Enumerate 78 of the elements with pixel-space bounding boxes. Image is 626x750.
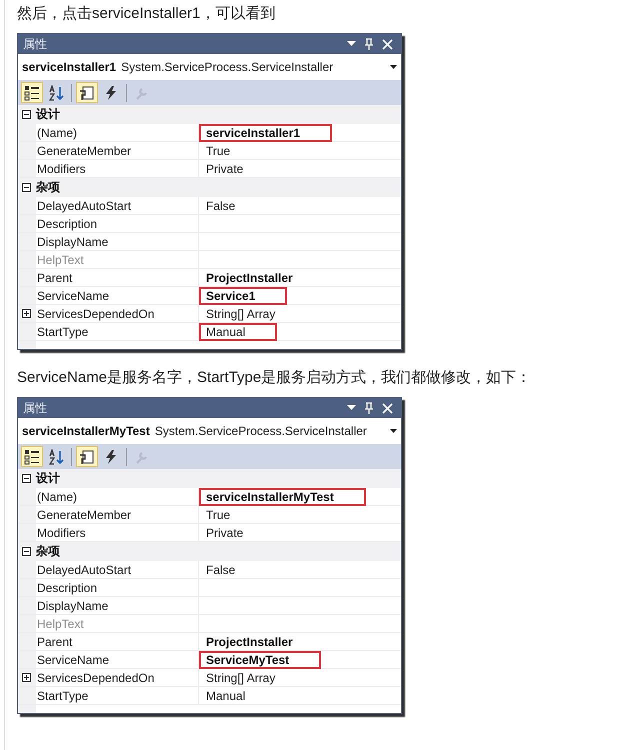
property-name: Parent — [37, 634, 72, 648]
property-name: ServicesDependedOn — [37, 306, 154, 320]
property-value: False — [205, 562, 236, 578]
panel-title: 属性 — [23, 400, 47, 416]
property-name: StartType — [37, 688, 88, 702]
property-value: True — [205, 506, 232, 524]
property-value: String[] Array — [205, 306, 276, 322]
object-name: serviceInstaller1 — [22, 60, 116, 74]
toolbar-button[interactable] — [76, 82, 98, 103]
property-value: Manual — [199, 322, 278, 340]
lightning-icon — [103, 448, 119, 464]
property-page-icon — [79, 84, 95, 100]
object-name: serviceInstallerMyTest — [22, 424, 150, 438]
property-value: ProjectInstaller — [205, 634, 294, 650]
collapse-icon[interactable] — [22, 110, 31, 118]
dropdown-icon[interactable] — [390, 65, 397, 69]
property-name: ServiceName — [37, 652, 110, 666]
collapse-icon[interactable] — [22, 182, 31, 192]
pin-icon[interactable] — [364, 38, 374, 50]
toolbar-button[interactable] — [21, 446, 43, 467]
property-name: Description — [37, 216, 98, 230]
expand-icon[interactable] — [22, 673, 31, 682]
category-label: 设计 — [36, 106, 60, 122]
toolbar-button[interactable] — [21, 82, 43, 103]
property-value: Manual — [205, 688, 246, 704]
property-name: ServiceName — [37, 288, 110, 302]
property-value: Private — [205, 160, 244, 178]
property-name: Modifiers — [37, 162, 86, 176]
property-name: ServicesDependedOn — [37, 670, 154, 684]
property-value: ServiceMyTest — [199, 650, 322, 668]
grid-list-icon — [24, 448, 40, 464]
panel-title: 属性 — [23, 36, 47, 52]
dropdown-icon[interactable] — [347, 41, 356, 47]
sort-icon — [48, 448, 64, 464]
pin-icon[interactable] — [364, 402, 374, 414]
expand-icon[interactable] — [22, 309, 31, 318]
category-label: 杂项 — [36, 178, 60, 196]
object-type: System.ServiceProcess.ServiceInstaller — [154, 424, 367, 438]
property-name: DelayedAutoStart — [37, 198, 132, 212]
property-name: Description — [37, 580, 98, 594]
property-value: True — [205, 142, 232, 160]
object-selector[interactable]: serviceInstaller1 System.ServiceProcess.ServiceInstaller — [22, 60, 397, 74]
object-type: System.ServiceProcess.ServiceInstaller — [121, 60, 334, 74]
dropdown-icon[interactable] — [390, 429, 397, 433]
property-name: (Name) — [37, 126, 78, 140]
property-name: DisplayName — [37, 234, 108, 248]
category-label: 设计 — [36, 470, 60, 486]
close-icon[interactable] — [382, 402, 393, 414]
property-name: GenerateMember — [37, 508, 132, 522]
toolbar-button[interactable] — [76, 446, 98, 467]
paragraph-text: ServiceName是服务名字，StartType是服务启动方式，我们都做修改，如下： — [17, 368, 532, 388]
sort-icon — [48, 84, 64, 100]
object-selector[interactable]: serviceInstallerMyTest System.ServiceProcess.ServiceInstaller — [22, 424, 397, 438]
property-value: False — [205, 198, 236, 214]
property-name: Parent — [37, 270, 72, 284]
property-value: serviceInstallerMyTest — [199, 488, 366, 506]
property-value: serviceInstaller1 — [199, 124, 332, 142]
property-name: GenerateMember — [37, 144, 132, 158]
property-name: HelpText — [37, 252, 84, 266]
property-page-icon — [79, 448, 95, 464]
property-name: StartType — [37, 324, 88, 338]
property-name: DelayedAutoStart — [37, 562, 132, 576]
property-value: Service1 — [199, 286, 288, 304]
property-name: (Name) — [37, 490, 78, 504]
property-name: DisplayName — [37, 598, 108, 612]
lightning-icon — [103, 84, 119, 100]
property-name: HelpText — [37, 616, 84, 630]
paragraph-text: 然后，点击serviceInstaller1，可以看到 — [17, 4, 276, 24]
category-label: 杂项 — [36, 542, 60, 560]
grid-list-icon — [24, 84, 40, 100]
property-value: Private — [205, 524, 244, 542]
collapse-icon[interactable] — [22, 546, 31, 556]
property-value: String[] Array — [205, 670, 276, 686]
close-icon[interactable] — [382, 38, 393, 50]
property-value: ProjectInstaller — [205, 270, 294, 286]
property-name: Modifiers — [37, 526, 86, 540]
dropdown-icon[interactable] — [347, 405, 356, 411]
collapse-icon[interactable] — [22, 474, 31, 482]
